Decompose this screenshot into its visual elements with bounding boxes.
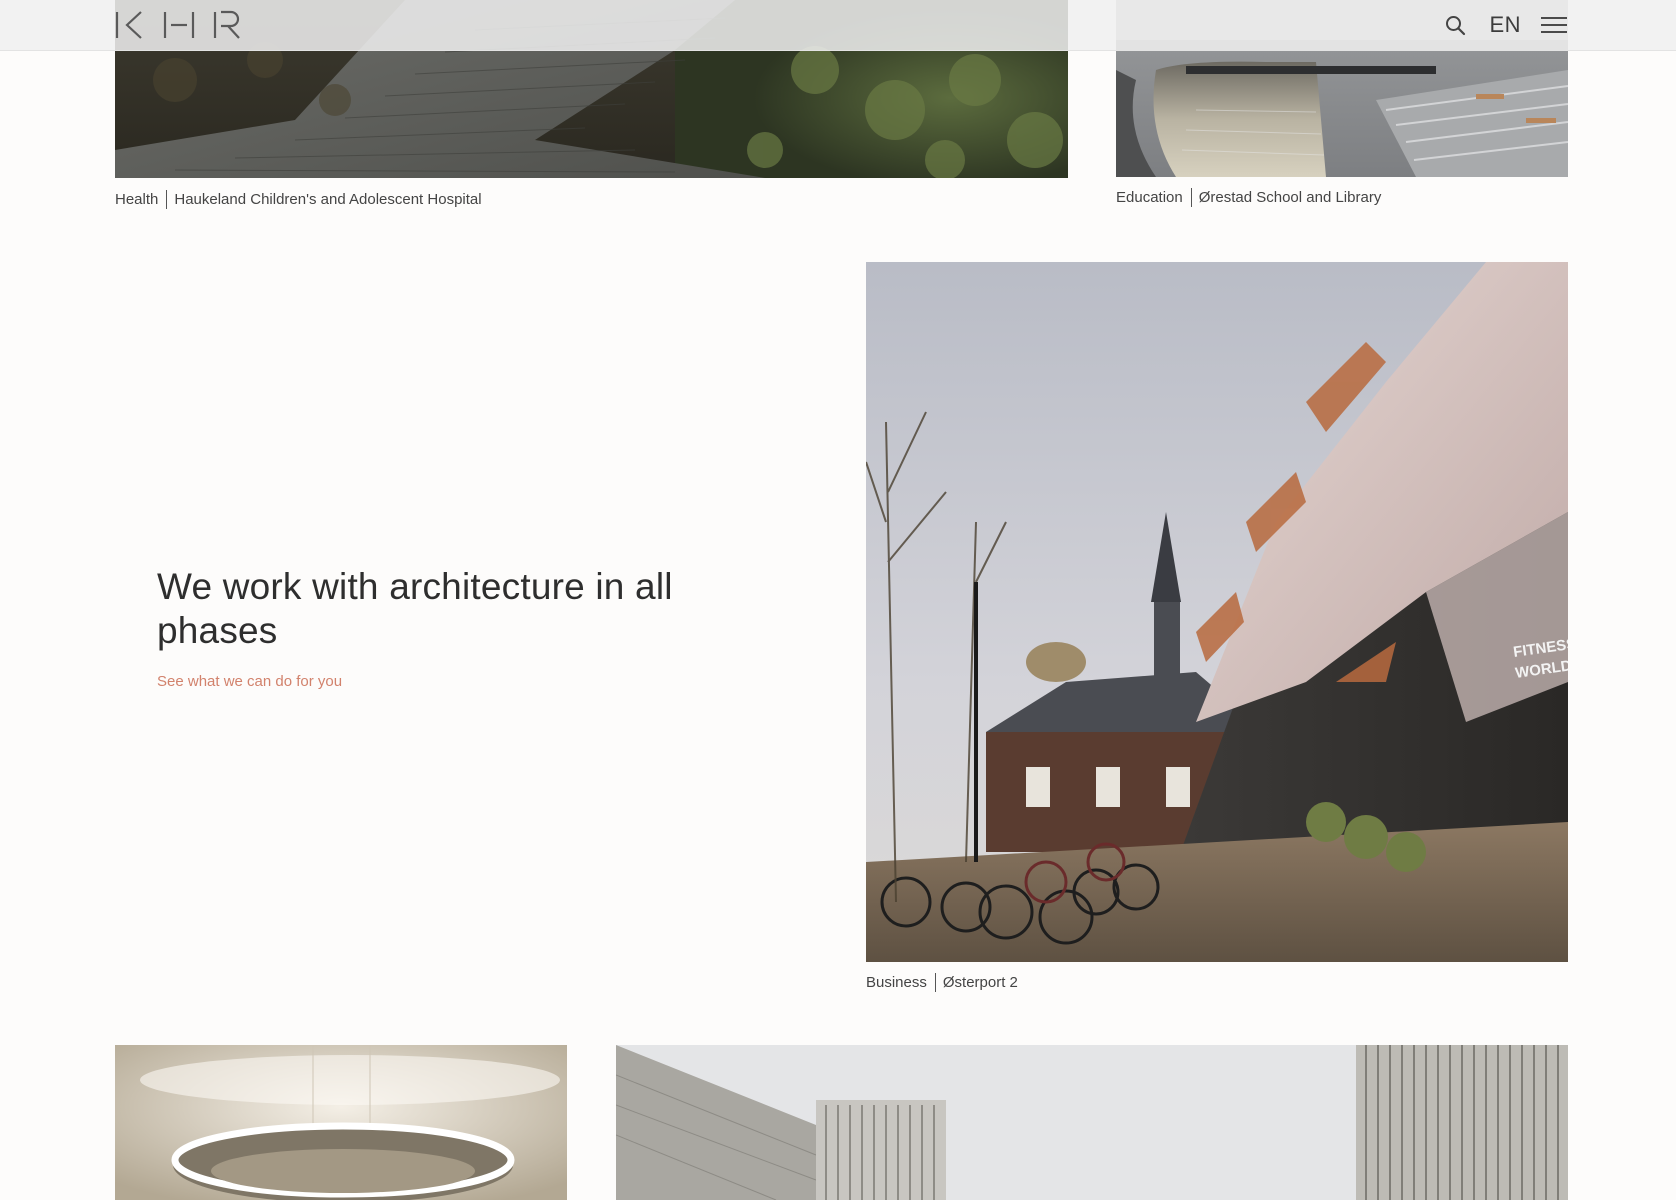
intro-heading: We work with architecture in all phases: [157, 566, 673, 651]
logo-mark: [115, 10, 240, 39]
header-actions: EN: [1443, 10, 1567, 40]
caption-divider: [934, 973, 936, 992]
project-image: FITNESS WORLD.: [866, 262, 1568, 962]
project-card-buildings[interactable]: [616, 1045, 1568, 1200]
services-link[interactable]: See what we can do for you: [157, 673, 342, 690]
project-title: Haukeland Children's and Adolescent Hosp…: [174, 191, 482, 208]
project-title: Østerport 2: [942, 974, 1018, 991]
project-caption: Education Ørestad School and Library: [1116, 188, 1381, 207]
caption-divider: [1190, 188, 1192, 207]
project-caption: Business Østerport 2: [866, 973, 1018, 992]
menu-icon[interactable]: [1541, 15, 1567, 35]
project-image: [616, 1045, 1568, 1200]
intro-section: We work with architecture in all phases …: [157, 565, 797, 691]
language-switch[interactable]: EN: [1489, 12, 1521, 38]
project-card-interior[interactable]: [115, 1045, 567, 1200]
project-title: Ørestad School and Library: [1198, 189, 1382, 206]
search-icon[interactable]: [1443, 13, 1467, 37]
project-caption: Health Haukeland Children's and Adolesce…: [115, 190, 482, 209]
project-image: [115, 1045, 567, 1200]
project-category: Business: [866, 974, 927, 991]
khr-logo[interactable]: [115, 10, 245, 40]
project-card-osterport[interactable]: FITNESS WORLD. Business Østerport 2: [866, 262, 1568, 1002]
caption-divider: [166, 190, 168, 209]
project-category: Health: [115, 191, 159, 208]
project-category: Education: [1116, 189, 1183, 206]
site-header: EN: [0, 0, 1676, 51]
